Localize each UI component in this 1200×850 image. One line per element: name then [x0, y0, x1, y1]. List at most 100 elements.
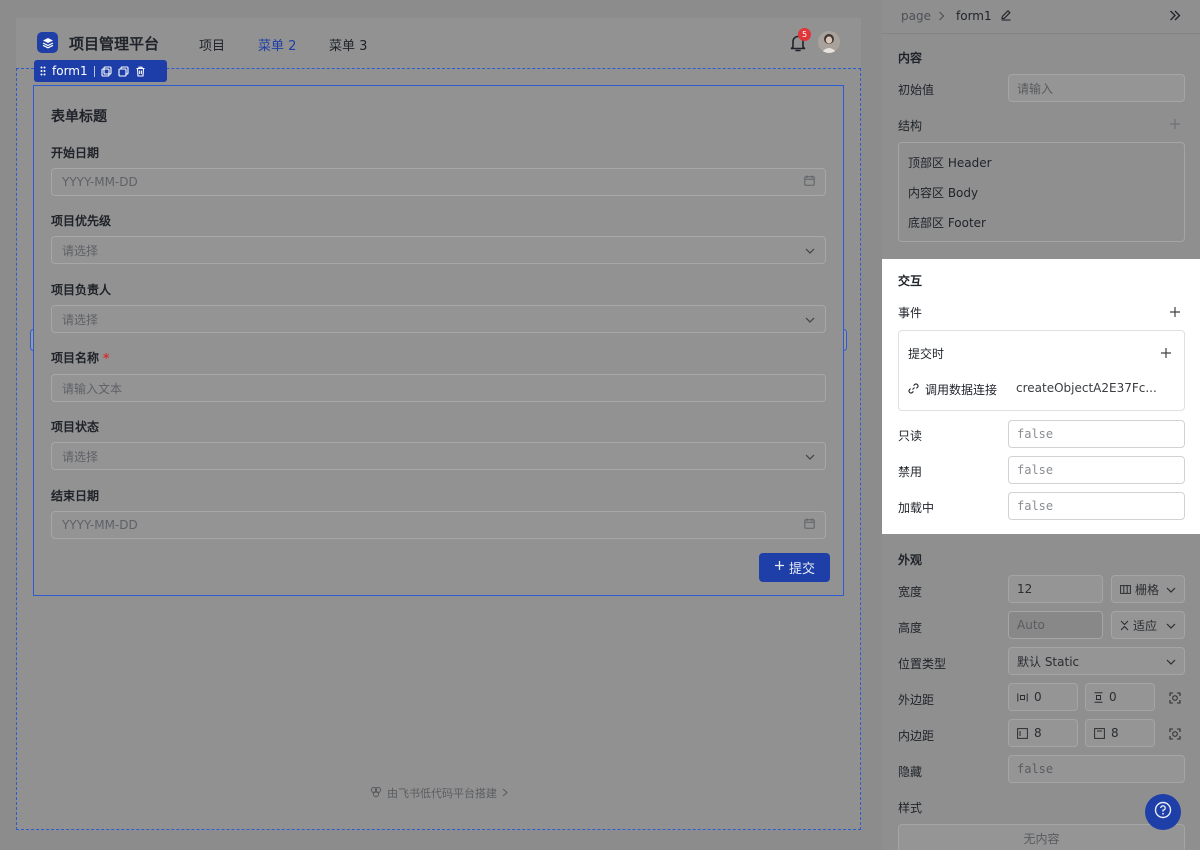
help-button[interactable] — [1145, 794, 1181, 830]
structure-list: 顶部区 Header 内容区 Body 底部区 Footer — [898, 142, 1185, 242]
loading-value: false — [1017, 499, 1054, 513]
event-card[interactable]: 提交时 调用数据连接 createObjectA2E37Fc... — [898, 330, 1185, 411]
action-label: 调用数据连接 — [925, 383, 998, 397]
status-select[interactable]: 请选择 — [51, 442, 826, 470]
submit-button[interactable]: 提交 — [759, 553, 830, 582]
priority-select[interactable]: 请选择 — [51, 236, 826, 264]
expand-padding-icon[interactable] — [1169, 728, 1181, 740]
hidden-input[interactable]: false — [1008, 755, 1185, 783]
drag-handle-icon[interactable] — [40, 66, 46, 76]
delete-icon[interactable] — [135, 66, 146, 77]
style-box[interactable]: 无内容 — [898, 824, 1185, 850]
style-label: 样式 — [898, 801, 923, 815]
submit-label: 提交 — [788, 562, 815, 577]
position-type-value: 默认 Static — [1017, 654, 1080, 669]
project-name-input[interactable]: 请输入文本 — [51, 374, 826, 402]
notification-badge: 5 — [798, 28, 811, 41]
duplicate-icon[interactable] — [118, 65, 129, 77]
position-type-select[interactable]: 默认 Static — [1008, 647, 1185, 675]
padding-horizontal-input[interactable]: 8 — [1008, 719, 1078, 747]
loading-input[interactable]: false — [1008, 492, 1185, 520]
padding-vertical-value: 8 — [1111, 726, 1119, 740]
collapse-panel-icon[interactable] — [1169, 10, 1181, 24]
chevron-down-icon — [805, 449, 815, 463]
component-selection-tag[interactable]: form1 — [34, 60, 167, 82]
form-title: 表单标题 — [51, 109, 107, 125]
form-component[interactable]: 表单标题 开始日期 YYYY-MM-DD 项目优先级 请选择 项目负责人 请选择… — [33, 85, 844, 596]
add-structure-icon[interactable] — [1169, 118, 1181, 130]
disabled-input[interactable]: false — [1008, 456, 1185, 484]
start-date-picker[interactable]: YYYY-MM-DD — [51, 168, 826, 196]
edit-icon[interactable] — [1000, 9, 1012, 24]
event-name: 提交时 — [908, 347, 945, 361]
expand-margin-icon[interactable] — [1169, 692, 1181, 704]
end-date-picker[interactable]: YYYY-MM-DD — [51, 511, 826, 539]
margin-horizontal-input[interactable]: 0 — [1008, 683, 1078, 711]
action-row[interactable]: 调用数据连接 — [908, 381, 997, 398]
breadcrumb-page[interactable]: page — [901, 9, 931, 23]
component-name: form1 — [52, 64, 88, 78]
margin-vertical-value: 0 — [1109, 690, 1117, 704]
required-mark: * — [103, 351, 110, 365]
structure-item-footer[interactable]: 底部区 Footer — [908, 214, 986, 231]
calendar-icon — [804, 175, 815, 189]
field-label-project-name: 项目名称 * — [51, 349, 109, 366]
copy-icon[interactable] — [101, 65, 112, 77]
project-name-placeholder: 请输入文本 — [62, 381, 123, 396]
margin-horizontal-value: 0 — [1034, 690, 1042, 704]
padding-horizontal-icon — [1017, 727, 1028, 739]
field-label-end-date: 结束日期 — [51, 489, 100, 503]
add-event-icon[interactable] — [1169, 306, 1181, 318]
height-mode-select[interactable]: 适应 — [1111, 611, 1185, 639]
platform-logo-icon — [370, 786, 382, 801]
initial-value-input[interactable]: 请输入 — [1008, 74, 1185, 102]
margin-horizontal-icon — [1017, 693, 1028, 701]
padding-horizontal-value: 8 — [1034, 726, 1042, 740]
nav-item-menu-2[interactable]: 菜单 2 — [258, 35, 296, 54]
owner-placeholder: 请选择 — [62, 312, 99, 327]
height-input: Auto — [1008, 611, 1103, 639]
calendar-icon — [804, 518, 815, 532]
user-avatar[interactable] — [818, 31, 840, 53]
padding-label: 内边距 — [898, 729, 935, 743]
nav-item-project[interactable]: 项目 — [199, 35, 225, 54]
project-name-label-text: 项目名称 — [51, 351, 100, 365]
initial-value-placeholder: 请输入 — [1017, 81, 1054, 96]
readonly-input[interactable]: false — [1008, 420, 1185, 448]
disabled-label: 禁用 — [898, 465, 923, 479]
structure-label: 结构 — [898, 119, 923, 133]
nav-item-menu-3[interactable]: 菜单 3 — [329, 35, 367, 54]
hidden-value: false — [1017, 762, 1054, 776]
events-label: 事件 — [898, 306, 923, 320]
grid-icon — [1120, 584, 1131, 594]
chevron-down-icon — [1166, 582, 1176, 596]
fit-icon — [1120, 620, 1129, 630]
help-icon — [1154, 801, 1172, 823]
style-empty-text: 无内容 — [1023, 831, 1060, 846]
owner-select[interactable]: 请选择 — [51, 305, 826, 333]
start-date-placeholder: YYYY-MM-DD — [62, 175, 138, 189]
margin-vertical-input[interactable]: 0 — [1085, 683, 1155, 711]
status-placeholder: 请选择 — [62, 449, 99, 464]
width-unit-select[interactable]: 栅格 — [1111, 575, 1185, 603]
breadcrumb-separator-icon — [938, 10, 945, 24]
field-label-start-date: 开始日期 — [51, 146, 100, 160]
field-label-status: 项目状态 — [51, 420, 100, 434]
loading-label: 加载中 — [898, 501, 935, 515]
credit-text: 由飞书低代码平台搭建 — [387, 787, 497, 800]
app-logo-icon — [37, 32, 58, 53]
platform-credit[interactable]: 由飞书低代码平台搭建 — [370, 785, 508, 801]
margin-vertical-icon — [1094, 691, 1103, 703]
width-input[interactable]: 12 — [1008, 575, 1103, 603]
breadcrumb-current: form1 — [956, 9, 992, 23]
structure-item-body[interactable]: 内容区 Body — [908, 184, 978, 201]
height-value: Auto — [1017, 618, 1045, 632]
app-title: 项目管理平台 — [69, 35, 160, 53]
add-action-icon[interactable] — [1160, 347, 1172, 359]
chevron-down-icon — [805, 243, 815, 257]
structure-item-header[interactable]: 顶部区 Header — [908, 154, 992, 171]
padding-vertical-input[interactable]: 8 — [1085, 719, 1155, 747]
plus-icon — [774, 560, 785, 575]
chevron-right-icon — [502, 787, 508, 800]
interaction-section-title: 交互 — [898, 274, 923, 288]
